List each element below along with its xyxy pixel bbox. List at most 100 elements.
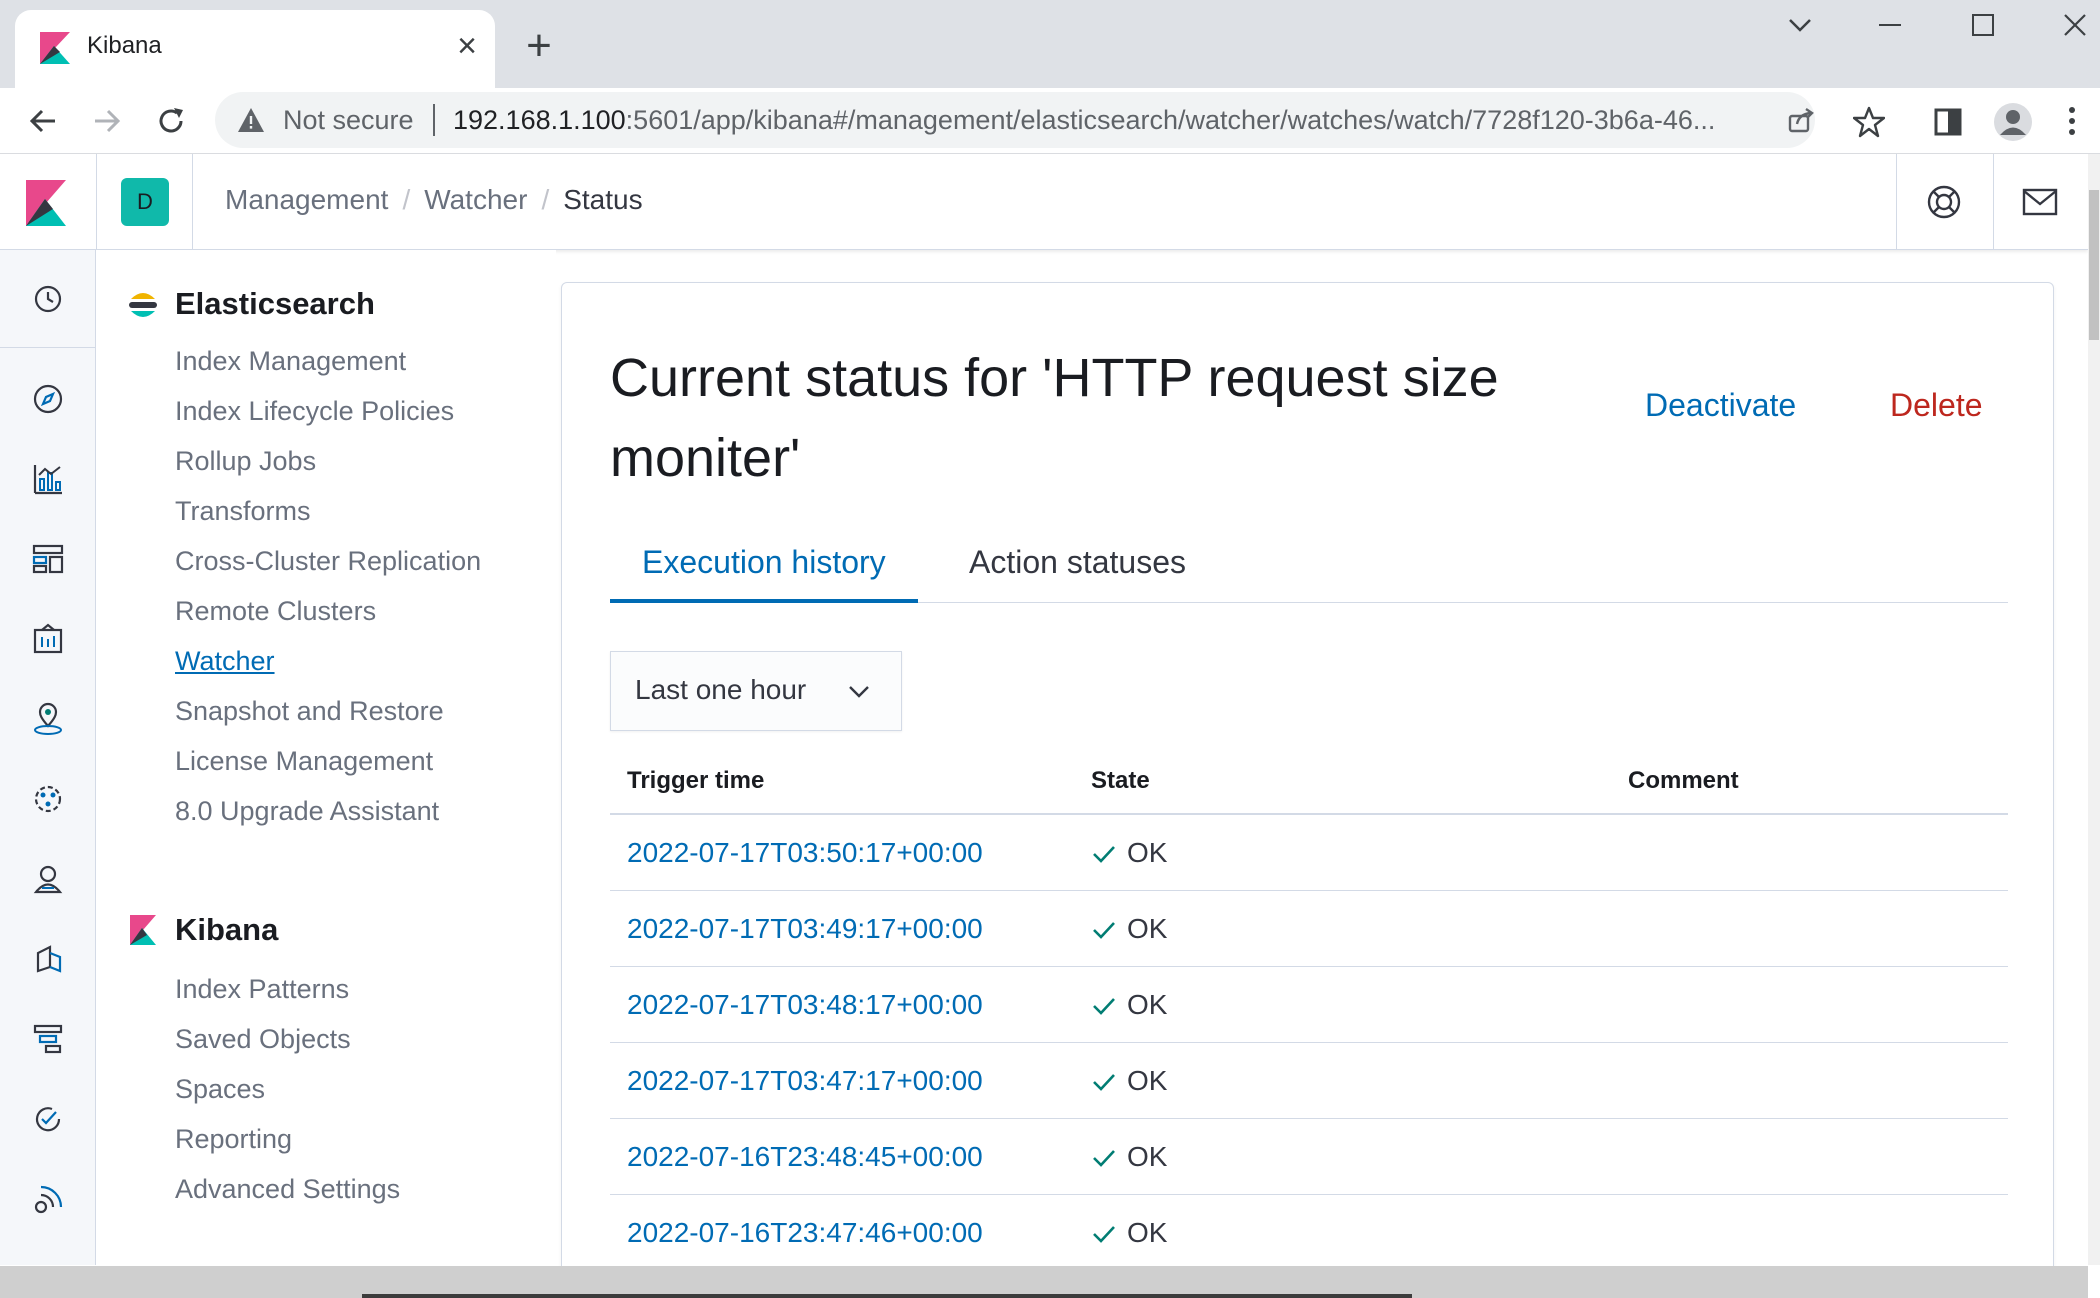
header-divider [1896, 154, 1897, 250]
kibana-header: D Management / Watcher / Status [0, 154, 2088, 250]
new-tab-icon[interactable]: + [515, 24, 563, 72]
close-window-icon[interactable] [2035, 0, 2100, 50]
tab-close-icon[interactable]: × [447, 26, 487, 66]
sidenav-item-reporting[interactable]: Reporting [175, 1124, 292, 1155]
header-divider [1993, 154, 1994, 250]
newsfeed-icon[interactable] [2020, 182, 2060, 222]
trigger-time-link[interactable]: 2022-07-17T03:50:17+00:00 [627, 837, 983, 869]
sidenav-item-watcher[interactable]: Watcher [175, 646, 275, 677]
dashboard-icon[interactable] [28, 539, 68, 579]
sidenav-item-spaces[interactable]: Spaces [175, 1074, 265, 1105]
table-row: 2022-07-16T23:47:46+00:00 OK [610, 1195, 2008, 1271]
space-avatar[interactable]: D [121, 178, 169, 226]
header-divider [192, 154, 193, 250]
metrics-icon[interactable] [28, 859, 68, 899]
elasticsearch-icon [129, 293, 157, 317]
sidenav-item-saved-objects[interactable]: Saved Objects [175, 1024, 351, 1055]
breadcrumb-status: Status [563, 184, 643, 215]
breadcrumb-separator: / [402, 184, 411, 215]
sidenav-item-index-lifecycle-policies[interactable]: Index Lifecycle Policies [175, 396, 454, 427]
trigger-time-link[interactable]: 2022-07-17T03:49:17+00:00 [627, 913, 983, 945]
not-secure-label: Not secure [283, 105, 414, 135]
deactivate-button[interactable]: Deactivate [1645, 387, 1796, 424]
browser-menu-icon[interactable] [2068, 106, 2076, 141]
column-header-state[interactable]: State [1091, 767, 1150, 795]
trigger-time-link[interactable]: 2022-07-17T03:48:17+00:00 [627, 989, 983, 1021]
trigger-time-link[interactable]: 2022-07-17T03:47:17+00:00 [627, 1065, 983, 1097]
tab-search-chevron-icon[interactable] [1760, 0, 1840, 50]
maps-icon[interactable] [28, 699, 68, 739]
share-icon[interactable] [1787, 106, 1815, 139]
state-value: OK [1127, 837, 1168, 868]
status-tabs: Execution history Action statuses [610, 533, 2008, 603]
kibana-nav-rail [0, 250, 96, 1265]
table-header: Trigger time State Comment [610, 749, 2008, 815]
table-row: 2022-07-17T03:49:17+00:00 OK [610, 891, 2008, 967]
tab-execution-history[interactable]: Execution history [610, 533, 918, 603]
nav-section-kibana: Kibana [175, 912, 279, 947]
sidenav-item-transforms[interactable]: Transforms [175, 496, 311, 527]
check-icon [1093, 922, 1115, 939]
breadcrumb: Management / Watcher / Status [225, 184, 643, 216]
trigger-time-link[interactable]: 2022-07-16T23:47:46+00:00 [627, 1217, 983, 1249]
profile-avatar-icon[interactable] [1993, 102, 2033, 147]
discover-icon[interactable] [28, 379, 68, 419]
horizontal-scrollbar-thumb[interactable] [362, 1294, 1412, 1298]
column-header-comment[interactable]: Comment [1628, 767, 1739, 795]
warning-icon [238, 108, 264, 132]
execution-history-table: Trigger time State Comment 2022-07-17T03… [610, 749, 2008, 1271]
logs-icon[interactable] [28, 939, 68, 979]
header-divider [96, 154, 97, 250]
time-range-select[interactable]: Last one hour [610, 651, 902, 731]
apm-icon[interactable] [28, 1019, 68, 1059]
breadcrumb-watcher[interactable]: Watcher [424, 184, 527, 216]
url-host: 192.168.1.100 [453, 105, 626, 135]
back-icon[interactable] [18, 96, 68, 146]
url-text[interactable]: 192.168.1.100:5601/app/kibana#/managemen… [453, 105, 1763, 136]
sidenav-item-index-management[interactable]: Index Management [175, 346, 406, 377]
minimize-icon[interactable] [1850, 0, 1930, 50]
tab-action-statuses[interactable]: Action statuses [937, 533, 1218, 603]
sidenav-item-advanced-settings[interactable]: Advanced Settings [175, 1174, 400, 1205]
canvas-icon[interactable] [28, 619, 68, 659]
forward-icon[interactable] [82, 96, 132, 146]
breadcrumb-separator: / [541, 184, 550, 215]
ml-icon[interactable] [28, 779, 68, 819]
sidenav-item-remote-clusters[interactable]: Remote Clusters [175, 596, 376, 627]
trigger-time-link[interactable]: 2022-07-16T23:48:45+00:00 [627, 1141, 983, 1173]
check-icon [1093, 998, 1115, 1015]
sidenav-item-license-management[interactable]: License Management [175, 746, 433, 777]
kibana-logo-icon[interactable] [26, 180, 66, 226]
check-icon [1093, 1074, 1115, 1091]
kibana-section-icon [130, 915, 156, 945]
clock-icon[interactable] [28, 279, 68, 319]
time-range-value: Last one hour [635, 674, 807, 705]
state-value: OK [1127, 1065, 1168, 1096]
address-bar[interactable]: Not secure 192.168.1.100:5601/app/kibana… [215, 92, 1815, 148]
browser-tab-strip: Kibana × + [0, 0, 2100, 88]
state-value: OK [1127, 913, 1168, 944]
breadcrumb-management[interactable]: Management [225, 184, 388, 216]
page-title: Current status for 'HTTP request size mo… [610, 348, 1499, 488]
sidenav-item-snapshot-and-restore[interactable]: Snapshot and Restore [175, 696, 444, 727]
vertical-scrollbar-thumb[interactable] [2089, 190, 2099, 340]
visualize-icon[interactable] [28, 459, 68, 499]
browser-tab[interactable]: Kibana × [15, 10, 495, 88]
uptime-icon[interactable] [28, 1099, 68, 1139]
help-icon[interactable] [1924, 182, 1964, 222]
rail-divider [0, 347, 96, 348]
sidenav-item-index-patterns[interactable]: Index Patterns [175, 974, 349, 1005]
check-icon [1093, 1226, 1115, 1243]
bookmark-star-icon[interactable] [1852, 106, 1886, 143]
siem-icon[interactable] [28, 1179, 68, 1219]
table-row: 2022-07-17T03:48:17+00:00 OK [610, 967, 2008, 1043]
maximize-icon[interactable] [1943, 0, 2023, 50]
state-value: OK [1127, 989, 1168, 1020]
reload-icon[interactable] [146, 96, 196, 146]
side-panel-icon[interactable] [1934, 108, 1962, 141]
sidenav-item-upgrade-assistant[interactable]: 8.0 Upgrade Assistant [175, 796, 439, 827]
sidenav-item-rollup-jobs[interactable]: Rollup Jobs [175, 446, 316, 477]
sidenav-item-cross-cluster-replication[interactable]: Cross-Cluster Replication [175, 546, 481, 577]
column-header-trigger-time[interactable]: Trigger time [627, 767, 764, 795]
delete-button[interactable]: Delete [1890, 387, 1983, 424]
